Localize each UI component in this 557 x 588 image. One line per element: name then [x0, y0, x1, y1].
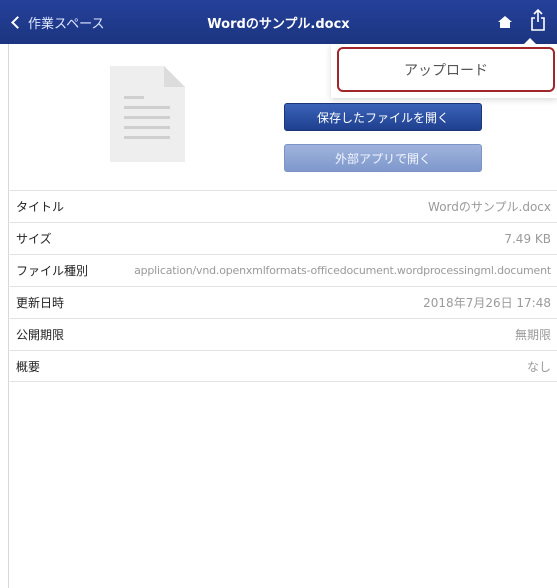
file-details-list: タイトル Wordのサンプル.docx サイズ 7.49 KB ファイル種別 a…	[10, 190, 557, 382]
detail-label: タイトル	[16, 200, 65, 214]
detail-value: application/vnd.openxmlformats-officedoc…	[134, 264, 551, 277]
detail-value: 無期限	[514, 328, 551, 342]
detail-row-summary: 概要 なし	[10, 350, 557, 382]
document-icon	[110, 66, 185, 162]
detail-label: サイズ	[16, 232, 52, 246]
detail-row-expiry: 公開期限 無期限	[10, 318, 557, 350]
navigation-bar: 作業スペース Wordのサンプル.docx	[0, 0, 557, 44]
left-panel-edge	[0, 44, 9, 588]
open-in-external-app-button[interactable]: 外部アプリで開く	[284, 144, 482, 172]
detail-label: 公開期限	[16, 328, 65, 342]
detail-label: ファイル種別	[16, 264, 89, 278]
share-icon[interactable]	[530, 9, 546, 31]
detail-value: Wordのサンプル.docx	[428, 200, 551, 214]
detail-value: 2018年7月26日 17:48	[423, 296, 551, 310]
detail-label: 更新日時	[16, 296, 65, 310]
detail-value: なし	[526, 359, 551, 374]
open-saved-file-button[interactable]: 保存したファイルを開く	[284, 103, 482, 131]
detail-label: 概要	[16, 359, 41, 374]
popover-arrow	[523, 38, 537, 45]
detail-row-file-type: ファイル種別 application/vnd.openxmlformats-of…	[10, 254, 557, 286]
detail-value: 7.49 KB	[504, 231, 551, 246]
detail-row-size: サイズ 7.49 KB	[10, 222, 557, 254]
upload-menu-item[interactable]: アップロード	[337, 47, 555, 92]
page-title: Wordのサンプル.docx	[207, 17, 350, 32]
detail-row-updated: 更新日時 2018年7月26日 17:48	[10, 286, 557, 318]
detail-row-title: タイトル Wordのサンプル.docx	[10, 190, 557, 222]
home-icon[interactable]	[497, 15, 513, 29]
